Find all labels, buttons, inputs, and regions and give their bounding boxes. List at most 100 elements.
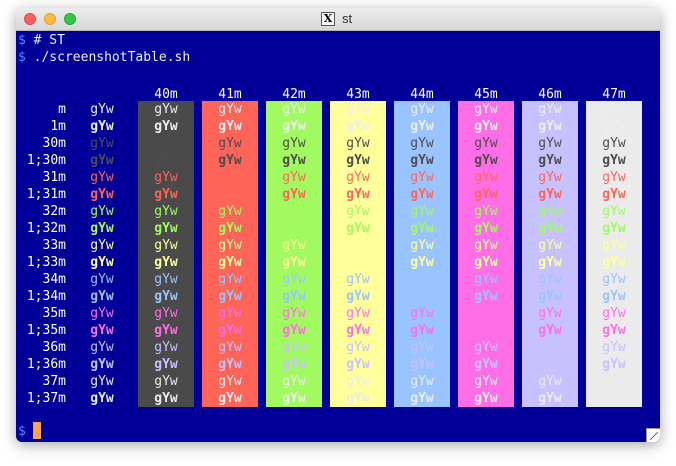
color-sample: gYw bbox=[346, 374, 370, 389]
color-sample: gYw bbox=[90, 204, 114, 219]
color-sample: gYw bbox=[154, 170, 178, 185]
row-label: 1;31m bbox=[26, 187, 66, 202]
color-sample: gYw bbox=[154, 136, 178, 151]
color-sample: gYw bbox=[410, 357, 434, 372]
color-sample: gYw bbox=[474, 306, 498, 321]
color-sample: gYw bbox=[346, 153, 370, 168]
color-sample: gYw bbox=[282, 272, 306, 287]
color-sample: gYw bbox=[410, 204, 434, 219]
color-sample: gYw bbox=[602, 102, 626, 117]
color-sample: gYw bbox=[602, 153, 626, 168]
color-sample: gYw bbox=[282, 221, 306, 236]
color-sample: gYw bbox=[474, 170, 498, 185]
prompt-symbol: $ bbox=[18, 33, 26, 48]
row-label: 1;35m bbox=[26, 323, 66, 338]
close-button[interactable] bbox=[24, 13, 36, 25]
color-sample: gYw bbox=[218, 323, 242, 338]
color-sample: gYw bbox=[602, 323, 626, 338]
color-sample: gYw bbox=[602, 340, 626, 355]
color-sample: gYw bbox=[218, 391, 242, 406]
row-label: 35m bbox=[42, 306, 66, 321]
row-label: 30m bbox=[42, 136, 66, 151]
color-sample: gYw bbox=[602, 391, 626, 406]
color-sample: gYw bbox=[218, 136, 242, 151]
prompt-symbol: $ bbox=[18, 424, 26, 439]
color-sample: gYw bbox=[218, 102, 242, 117]
prompt-symbol: $ bbox=[18, 50, 26, 65]
command-line-1: $ # ST bbox=[18, 32, 65, 49]
color-sample: gYw bbox=[90, 323, 114, 338]
title-bar[interactable]: X st bbox=[16, 8, 660, 31]
color-sample: gYw bbox=[282, 255, 306, 270]
color-sample: gYw bbox=[90, 289, 114, 304]
color-sample: gYw bbox=[90, 187, 114, 202]
color-sample: gYw bbox=[346, 340, 370, 355]
text-cursor bbox=[33, 422, 41, 439]
color-sample: gYw bbox=[602, 306, 626, 321]
color-sample: gYw bbox=[602, 119, 626, 134]
row-label: 31m bbox=[42, 170, 66, 185]
color-sample: gYw bbox=[218, 153, 242, 168]
color-sample: gYw bbox=[282, 306, 306, 321]
color-sample: gYw bbox=[410, 289, 434, 304]
color-sample: gYw bbox=[346, 255, 370, 270]
color-sample: gYw bbox=[602, 238, 626, 253]
color-sample: gYw bbox=[218, 204, 242, 219]
color-sample: gYw bbox=[90, 357, 114, 372]
color-sample: gYw bbox=[410, 340, 434, 355]
color-sample: gYw bbox=[282, 340, 306, 355]
color-sample: gYw bbox=[346, 289, 370, 304]
color-sample: gYw bbox=[218, 255, 242, 270]
color-sample: gYw bbox=[154, 153, 178, 168]
color-sample: gYw bbox=[346, 221, 370, 236]
color-sample: gYw bbox=[474, 238, 498, 253]
color-sample: gYw bbox=[154, 238, 178, 253]
color-sample: gYw bbox=[154, 374, 178, 389]
color-sample: gYw bbox=[218, 340, 242, 355]
color-sample: gYw bbox=[474, 357, 498, 372]
input-prompt-line: $ bbox=[18, 423, 26, 440]
resize-grip-icon[interactable] bbox=[646, 428, 660, 442]
color-sample: gYw bbox=[282, 170, 306, 185]
color-sample: gYw bbox=[90, 306, 114, 321]
color-sample: gYw bbox=[410, 272, 434, 287]
color-sample: gYw bbox=[538, 204, 562, 219]
color-sample: gYw bbox=[218, 289, 242, 304]
color-sample: gYw bbox=[410, 102, 434, 117]
color-sample: gYw bbox=[474, 272, 498, 287]
color-sample: gYw bbox=[154, 289, 178, 304]
color-sample: gYw bbox=[282, 102, 306, 117]
color-sample: gYw bbox=[602, 255, 626, 270]
color-sample: gYw bbox=[346, 323, 370, 338]
color-sample: gYw bbox=[538, 187, 562, 202]
color-sample: gYw bbox=[602, 289, 626, 304]
color-sample: gYw bbox=[154, 255, 178, 270]
color-sample: gYw bbox=[154, 391, 178, 406]
terminal-area[interactable]: $ # ST $ ./screenshotTable.sh $ 40m 41m 42… bbox=[16, 31, 660, 442]
color-sample: gYw bbox=[90, 391, 114, 406]
color-sample: gYw bbox=[154, 272, 178, 287]
color-sample: gYw bbox=[90, 153, 114, 168]
maximize-button[interactable] bbox=[64, 13, 76, 25]
color-sample: gYw bbox=[538, 221, 562, 236]
row-label: 36m bbox=[42, 340, 66, 355]
row-label: 37m bbox=[42, 374, 66, 389]
command-text: # ST bbox=[33, 33, 65, 48]
color-sample: gYw bbox=[474, 340, 498, 355]
color-sample: gYw bbox=[90, 238, 114, 253]
color-sample: gYw bbox=[282, 374, 306, 389]
color-sample: gYw bbox=[538, 102, 562, 117]
minimize-button[interactable] bbox=[44, 13, 56, 25]
color-sample: gYw bbox=[474, 289, 498, 304]
color-sample: gYw bbox=[346, 187, 370, 202]
color-sample: gYw bbox=[346, 306, 370, 321]
color-sample: gYw bbox=[346, 357, 370, 372]
color-sample: gYw bbox=[474, 153, 498, 168]
color-sample: gYw bbox=[538, 255, 562, 270]
color-sample: gYw bbox=[410, 153, 434, 168]
color-sample: gYw bbox=[474, 204, 498, 219]
color-sample: gYw bbox=[90, 136, 114, 151]
color-sample: gYw bbox=[538, 374, 562, 389]
color-sample: gYw bbox=[154, 187, 178, 202]
color-sample: gYw bbox=[538, 391, 562, 406]
